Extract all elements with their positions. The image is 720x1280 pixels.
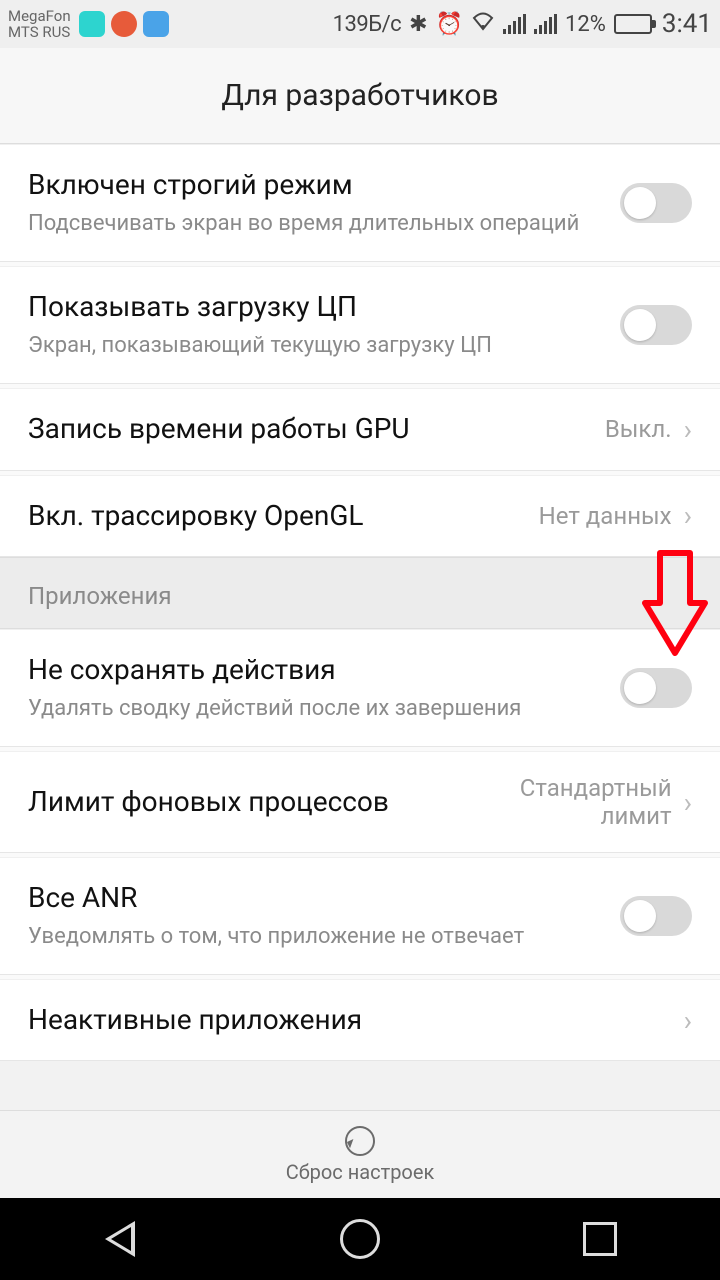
row-title: Запись времени работы GPU	[28, 411, 605, 447]
reset-label: Сброс настроек	[286, 1160, 435, 1184]
app-icon-3	[143, 11, 169, 37]
chevron-right-icon: ›	[684, 413, 692, 446]
carrier-line-2: MTS RUS	[8, 24, 71, 41]
page-title: Для разработчиков	[221, 78, 498, 113]
section-header-apps: Приложения	[0, 557, 720, 629]
carrier-label: MegaFon MTS RUS	[8, 8, 71, 41]
navigation-bar	[0, 1198, 720, 1280]
page-header: Для разработчиков	[0, 48, 720, 144]
alarm-icon: ⏰	[436, 12, 463, 37]
recent-icon	[583, 1222, 617, 1256]
settings-list: Включен строгий режим Подсвечивать экран…	[0, 144, 720, 1061]
app-icon-1	[79, 11, 105, 37]
row-all-anr[interactable]: Все ANR Уведомлять о том, что приложение…	[0, 857, 720, 975]
row-value: Стандартный лимит	[462, 774, 672, 830]
reset-settings-button[interactable]: Сброс настроек	[0, 1110, 720, 1198]
row-title: Неактивные приложения	[28, 1002, 684, 1038]
row-no-keep-activities[interactable]: Не сохранять действия Удалять сводку дей…	[0, 629, 720, 747]
chevron-right-icon: ›	[684, 786, 692, 819]
row-gpu-profiling[interactable]: Запись времени работы GPU Выкл. ›	[0, 388, 720, 470]
row-title: Вкл. трассировку OpenGL	[28, 498, 539, 534]
data-speed: 139Б/с	[333, 12, 402, 37]
history-icon	[345, 1126, 375, 1156]
row-opengl-trace[interactable]: Вкл. трассировку OpenGL Нет данных ›	[0, 475, 720, 557]
toggle-strict-mode[interactable]	[620, 183, 692, 223]
status-app-icons	[79, 11, 169, 37]
carrier-line-1: MegaFon	[8, 8, 71, 25]
back-icon	[105, 1221, 135, 1257]
battery-icon	[614, 14, 652, 34]
row-subtitle: Подсвечивать экран во время длительных о…	[28, 209, 620, 239]
row-background-limit[interactable]: Лимит фоновых процессов Стандартный лими…	[0, 751, 720, 853]
clock: 3:41	[662, 9, 712, 39]
signal-icon-2	[534, 14, 557, 34]
row-subtitle: Уведомлять о том, что приложение не отве…	[28, 922, 620, 952]
wifi-icon	[471, 11, 495, 37]
row-value: Нет данных	[539, 502, 672, 530]
home-button[interactable]	[337, 1216, 383, 1262]
row-inactive-apps[interactable]: Неактивные приложения ›	[0, 979, 720, 1061]
row-subtitle: Удалять сводку действий после их заверше…	[28, 694, 620, 724]
bluetooth-icon: ✱	[409, 12, 427, 37]
chevron-right-icon: ›	[684, 1004, 692, 1037]
row-title: Лимит фоновых процессов	[28, 784, 462, 820]
row-cpu-usage[interactable]: Показывать загрузку ЦП Экран, показывающ…	[0, 266, 720, 384]
row-value: Выкл.	[605, 415, 672, 443]
signal-icon-1	[503, 14, 526, 34]
toggle-no-keep-activities[interactable]	[620, 668, 692, 708]
home-icon	[340, 1219, 380, 1259]
row-strict-mode[interactable]: Включен строгий режим Подсвечивать экран…	[0, 144, 720, 262]
toggle-all-anr[interactable]	[620, 896, 692, 936]
row-title: Показывать загрузку ЦП	[28, 289, 620, 325]
row-subtitle: Экран, показывающий текущую загрузку ЦП	[28, 331, 620, 361]
battery-percent: 12%	[565, 12, 606, 37]
back-button[interactable]	[97, 1216, 143, 1262]
row-title: Включен строгий режим	[28, 167, 620, 203]
row-title: Все ANR	[28, 880, 620, 916]
app-icon-2	[111, 11, 137, 37]
toggle-cpu-usage[interactable]	[620, 305, 692, 345]
row-title: Не сохранять действия	[28, 652, 620, 688]
chevron-right-icon: ›	[684, 499, 692, 532]
status-bar: MegaFon MTS RUS 139Б/с ✱ ⏰ 12% 3:41	[0, 0, 720, 48]
recent-button[interactable]	[577, 1216, 623, 1262]
